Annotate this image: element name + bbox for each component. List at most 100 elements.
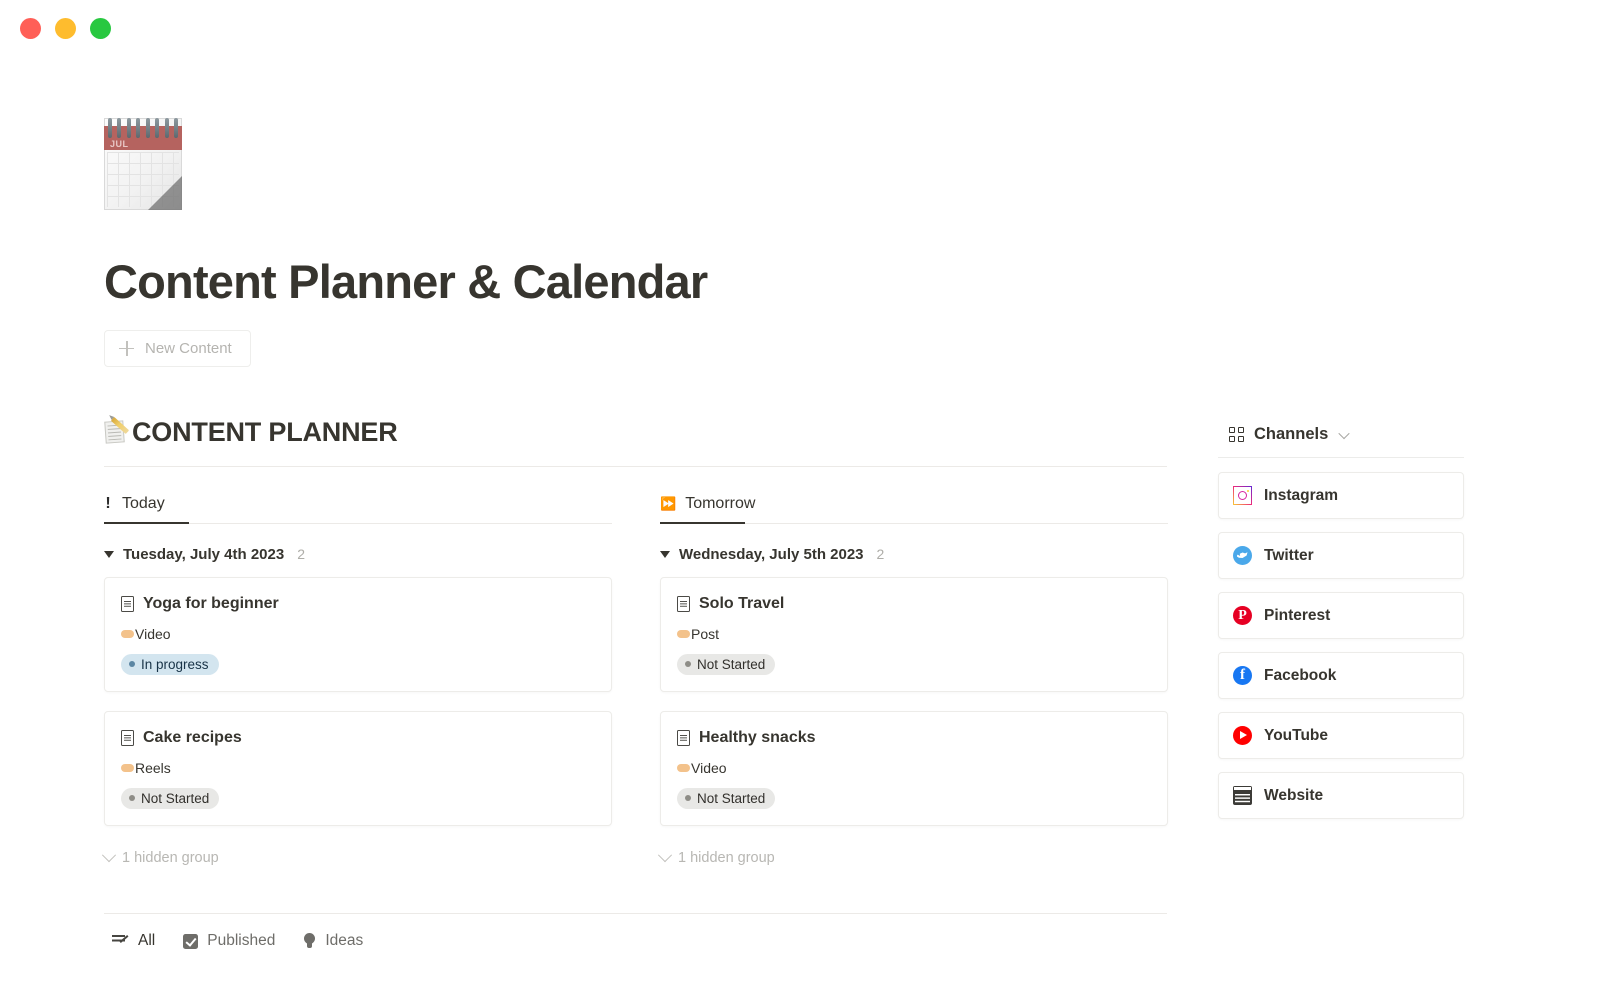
tab-underline-today <box>104 521 612 525</box>
channels-title: Channels <box>1254 425 1329 443</box>
calendar-rings <box>108 118 178 138</box>
channel-label: Pinterest <box>1264 606 1331 624</box>
card-title-row: Cake recipes <box>121 729 595 747</box>
tab-tomorrow-label: Tomorrow <box>685 494 756 512</box>
list-edit-icon <box>112 934 129 949</box>
status-bullet-icon <box>129 795 135 802</box>
channel-item-facebook[interactable]: Facebook <box>1218 652 1464 699</box>
instagram-icon <box>1233 486 1252 505</box>
tab-underline-tomorrow <box>660 521 1168 525</box>
channels-header[interactable]: Channels <box>1218 425 1464 457</box>
group-header-tomorrow[interactable]: Wednesday, July 5th 2023 2 <box>660 546 1168 563</box>
channel-item-pinterest[interactable]: Pinterest <box>1218 592 1464 639</box>
hidden-group-toggle-today[interactable]: 1 hidden group <box>101 847 612 866</box>
board-column-today: ! Today Tuesday, July 4th 2023 2 Yoga fo… <box>101 494 612 866</box>
document-icon <box>121 595 134 612</box>
channel-label: Facebook <box>1264 666 1337 684</box>
hidden-group-label: 1 hidden group <box>122 849 219 866</box>
status-label: Not Started <box>697 656 766 672</box>
card-tag-row: Reels <box>121 760 595 776</box>
card-cake-recipes[interactable]: Cake recipes Reels Not Started <box>104 710 612 826</box>
calendar-page-curl <box>148 176 182 210</box>
card-tag-label: Reels <box>135 759 171 776</box>
status-bullet-icon <box>129 661 135 668</box>
channel-item-instagram[interactable]: Instagram <box>1218 472 1464 519</box>
spiral-calendar-icon[interactable] <box>104 118 182 210</box>
card-title-row: Yoga for beginner <box>121 595 595 613</box>
section-divider <box>104 465 1167 467</box>
checkbox-checked-icon <box>183 933 199 949</box>
hidden-group-toggle-tomorrow[interactable]: 1 hidden group <box>657 847 1168 866</box>
new-content-label: New Content <box>145 339 232 357</box>
next-track-icon: ⏩ <box>660 496 676 512</box>
tab-published[interactable]: Published <box>183 932 275 950</box>
caret-down-icon <box>104 550 114 558</box>
memo-icon <box>104 417 130 445</box>
tag-swatch-icon <box>677 763 690 772</box>
new-content-button[interactable]: New Content <box>104 329 251 367</box>
card-tag-label: Video <box>691 759 727 776</box>
website-icon <box>1233 786 1252 805</box>
lightbulb-icon <box>303 933 316 949</box>
card-title-row: Healthy snacks <box>677 729 1151 747</box>
card-solo-travel[interactable]: Solo Travel Post Not Started <box>660 576 1168 692</box>
tab-ideas[interactable]: Ideas <box>303 932 363 950</box>
pinterest-icon <box>1233 606 1252 625</box>
group-date-label: Wednesday, July 5th 2023 <box>679 545 864 563</box>
channel-item-website[interactable]: Website <box>1218 772 1464 819</box>
group-count: 2 <box>876 546 885 563</box>
tag-swatch-icon <box>121 763 134 772</box>
board-column-tomorrow: ⏩ Tomorrow Wednesday, July 5th 2023 2 So… <box>657 495 1168 866</box>
card-title: Solo Travel <box>699 594 785 612</box>
chevron-down-icon[interactable] <box>1338 427 1350 439</box>
card-title: Cake recipes <box>143 728 242 746</box>
status-badge: Not Started <box>121 787 220 809</box>
card-yoga-for-beginner[interactable]: Yoga for beginner Video In progress <box>104 576 612 692</box>
twitter-icon <box>1233 546 1252 565</box>
column-tab-wrap-tomorrow: ⏩ Tomorrow <box>660 495 1168 525</box>
section-title: CONTENT PLANNER <box>132 416 398 447</box>
tab-today[interactable]: ! Today <box>104 494 165 523</box>
group-count: 2 <box>297 546 305 563</box>
document-icon <box>121 729 134 746</box>
tag-swatch-icon <box>121 629 134 638</box>
card-title: Yoga for beginner <box>143 594 279 612</box>
channel-label: Twitter <box>1264 546 1314 564</box>
tab-tomorrow[interactable]: ⏩ Tomorrow <box>660 495 755 523</box>
page-title: Content Planner & Calendar <box>104 255 708 308</box>
tab-today-label: Today <box>122 494 165 512</box>
column-tab-wrap-today: ! Today <box>104 494 612 525</box>
status-label: In progress <box>141 656 209 672</box>
channels-sidebar: Channels Instagram Twitter Pinterest Fac… <box>1218 425 1464 832</box>
tab-all-label: All <box>138 932 156 949</box>
tag-swatch-icon <box>677 629 690 638</box>
card-tag-row: Video <box>677 760 1151 776</box>
card-title: Healthy snacks <box>699 728 816 746</box>
status-bullet-icon <box>685 661 691 668</box>
facebook-icon <box>1233 666 1252 685</box>
status-badge: Not Started <box>677 653 776 675</box>
bottom-divider <box>104 913 1167 914</box>
channels-divider <box>1218 457 1464 458</box>
card-tag-label: Post <box>691 625 720 642</box>
card-tag-row: Post <box>677 626 1151 642</box>
youtube-icon <box>1233 726 1252 745</box>
exclamation-icon: ! <box>105 494 111 512</box>
channel-label: Instagram <box>1264 486 1339 504</box>
status-badge: Not Started <box>677 787 776 809</box>
group-header-today[interactable]: Tuesday, July 4th 2023 2 <box>104 546 612 563</box>
channel-item-youtube[interactable]: YouTube <box>1218 712 1464 759</box>
chevron-down-icon <box>657 847 673 862</box>
tab-ideas-label: Ideas <box>325 932 364 949</box>
card-tag-label: Video <box>135 625 171 642</box>
status-label: Not Started <box>141 790 210 806</box>
channel-label: Website <box>1264 786 1324 804</box>
tab-all[interactable]: All <box>112 932 155 950</box>
caret-down-icon <box>660 550 670 558</box>
plus-icon <box>119 340 134 356</box>
tab-published-label: Published <box>207 932 276 949</box>
channel-label: YouTube <box>1264 726 1328 744</box>
bottom-tab-bar: All Published Ideas <box>112 932 363 950</box>
card-healthy-snacks[interactable]: Healthy snacks Video Not Started <box>660 710 1168 826</box>
channel-item-twitter[interactable]: Twitter <box>1218 532 1464 579</box>
